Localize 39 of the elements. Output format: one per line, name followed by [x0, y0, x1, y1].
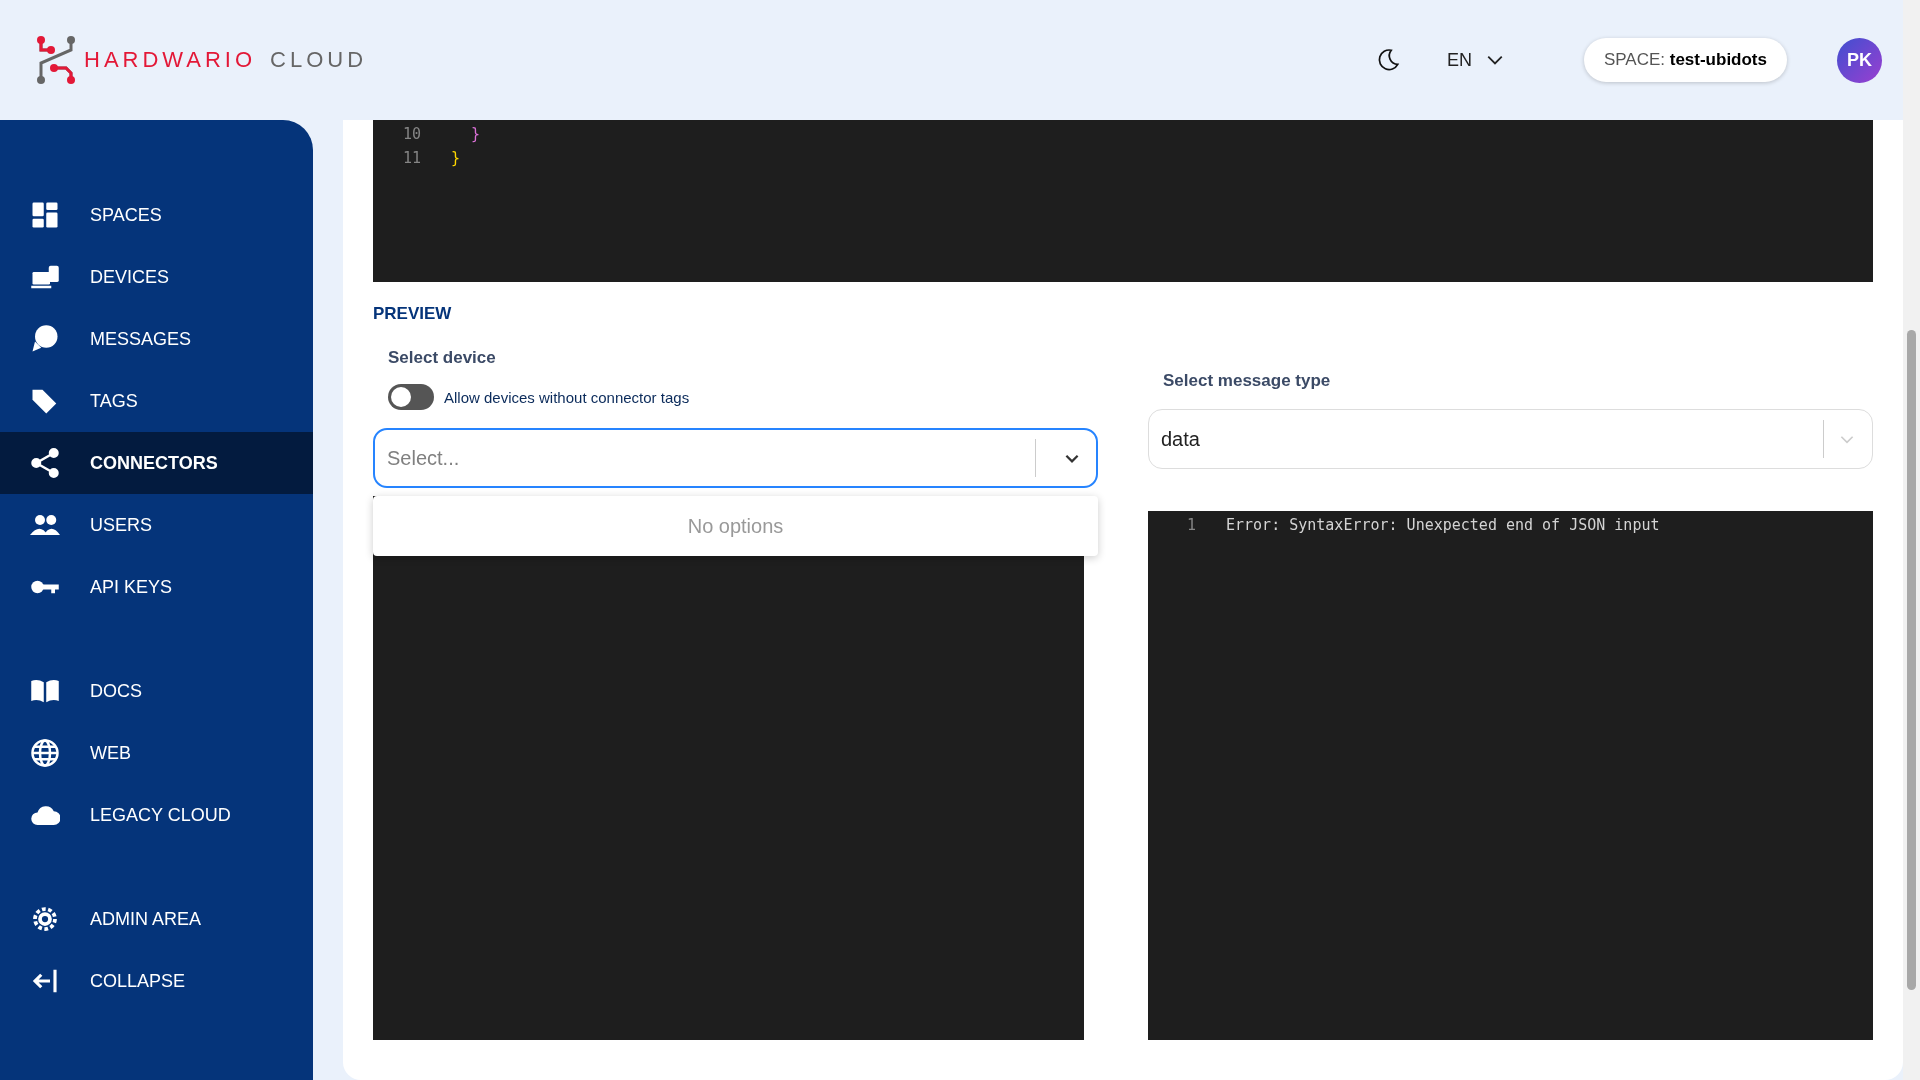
web-icon: [30, 738, 60, 768]
empty-message: No options: [687, 514, 784, 538]
scrollbar[interactable]: [1903, 0, 1920, 1080]
user-avatar[interactable]: PK: [1837, 37, 1882, 83]
sidebar-item[interactable]: SPACES: [0, 184, 313, 246]
sidebar-item[interactable]: MESSAGES: [0, 308, 313, 370]
language-selector[interactable]: EN: [1446, 49, 1504, 71]
sidebar-item[interactable]: WEB: [0, 722, 313, 784]
sidebar-item[interactable]: ADMIN AREA: [0, 888, 313, 950]
product-name: CLOUD: [270, 47, 368, 73]
sidebar-item[interactable]: COLLAPSE: [0, 950, 313, 1012]
admin-icon: [30, 904, 60, 934]
logo-icon: [36, 35, 76, 85]
code-line: }: [471, 125, 481, 143]
sidebar-item[interactable]: CONNECTORS: [0, 432, 313, 494]
device-select[interactable]: Select...: [373, 428, 1098, 488]
sidebar-item[interactable]: DOCS: [0, 660, 313, 722]
toggle-label: Allow devices without connector tags: [444, 388, 690, 406]
code-line: Error: SyntaxError: Unexpected end of JSON input: [1226, 516, 1660, 534]
brand-name: HARDWARIO: [84, 47, 257, 73]
line-number: 11: [401, 149, 421, 167]
sidebar-item[interactable]: LEGACY CLOUD: [0, 784, 313, 846]
connectors-icon: [30, 448, 60, 478]
line-number: 1: [1185, 516, 1196, 534]
line-number: 10: [401, 125, 421, 143]
message-type-select[interactable]: data: [1148, 409, 1873, 469]
sidebar-item[interactable]: DEVICES: [0, 246, 313, 308]
field-label: Select device: [388, 348, 497, 368]
code-line: }: [451, 149, 461, 167]
field-label: Select message type: [1163, 371, 1332, 391]
code-editor[interactable]: 10 } 11 }: [373, 120, 1873, 282]
spaces-icon: [30, 200, 60, 230]
messages-icon: [30, 324, 60, 354]
toggle-switch[interactable]: [388, 384, 434, 410]
sidebar-item[interactable]: TAGS: [0, 370, 313, 432]
sidebar-item[interactable]: USERS: [0, 494, 313, 556]
section-title: PREVIEW: [373, 304, 453, 324]
space-selector[interactable]: SPACE: test-ubidots: [1583, 38, 1787, 82]
sidebar-item[interactable]: API KEYS: [0, 556, 313, 618]
